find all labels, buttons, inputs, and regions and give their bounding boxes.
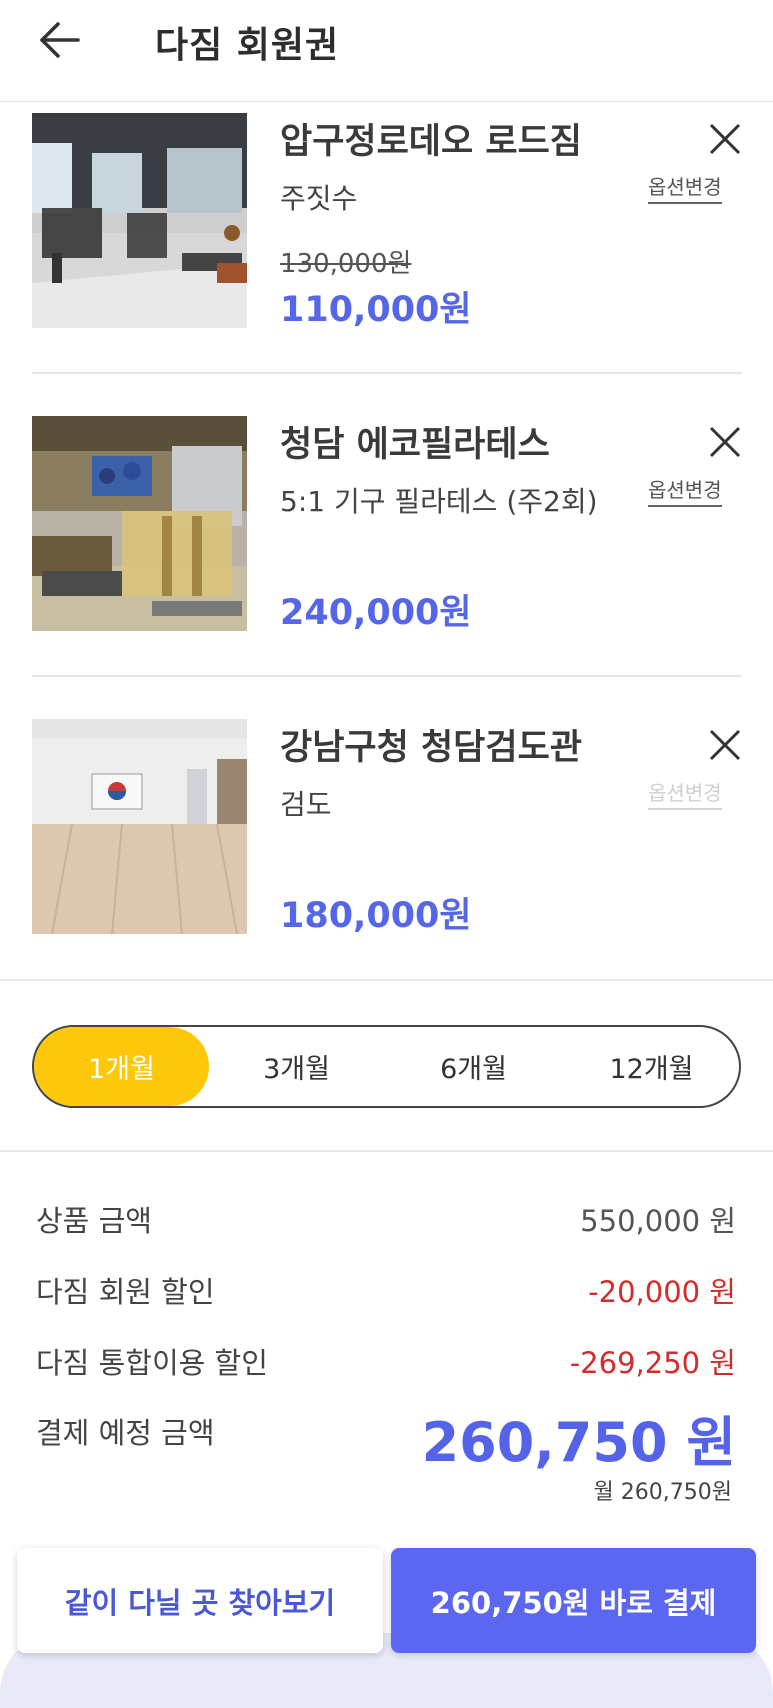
item-option: 검도 — [280, 788, 332, 821]
option-change-button[interactable]: 옵션변경 — [648, 474, 722, 507]
option-change-button[interactable]: 옵션변경 — [648, 171, 722, 204]
total-value: 260,750 원 — [421, 1411, 736, 1474]
section-divider — [0, 979, 773, 981]
item-price: 240,000원 — [280, 593, 472, 633]
monthly-price: 월 260,750원 — [593, 1480, 732, 1505]
close-icon — [709, 123, 741, 155]
member-discount-value: -20,000 원 — [588, 1275, 736, 1309]
option-change-button: 옵션변경 — [648, 777, 722, 810]
gym-photo — [32, 719, 247, 934]
product-amount-label: 상품 금액 — [36, 1204, 152, 1238]
close-icon — [709, 426, 741, 458]
section-divider — [0, 1150, 773, 1152]
member-discount-label: 다짐 회원 할인 — [36, 1275, 215, 1309]
back-button[interactable] — [38, 18, 82, 62]
pay-now-button[interactable]: 260,750원 바로 결제 — [391, 1548, 756, 1653]
close-icon — [709, 729, 741, 761]
period-option-3m[interactable]: 3개월 — [209, 1027, 384, 1106]
item-original-price: 130,000원 — [280, 249, 412, 279]
item-option: 5:1 기구 필라테스 (주2회) — [280, 485, 598, 518]
divider — [32, 675, 742, 677]
cart-item: 압구정로데오 로드짐 주짓수 130,000원 110,000원 옵션변경 — [0, 113, 773, 333]
item-price: 110,000원 — [280, 290, 472, 330]
arrow-left-icon — [40, 22, 80, 58]
item-name: 압구정로데오 로드짐 — [280, 122, 582, 162]
cart-item: 청담 에코필라테스 5:1 기구 필라테스 (주2회) 240,000원 옵션변… — [0, 416, 773, 636]
remove-item-button[interactable] — [707, 424, 743, 460]
item-name: 청담 에코필라테스 — [280, 425, 550, 465]
page-title: 다짐 회원권 — [155, 25, 340, 66]
gym-photo — [32, 416, 247, 631]
item-option: 주짓수 — [280, 182, 358, 215]
item-name: 강남구청 청담검도관 — [280, 728, 582, 768]
combined-discount-label: 다짐 통합이용 할인 — [36, 1346, 268, 1380]
item-price: 180,000원 — [280, 896, 472, 936]
find-together-button[interactable]: 같이 다닐 곳 찾아보기 — [17, 1548, 383, 1653]
app-header: 다짐 회원권 — [0, 0, 773, 102]
period-option-6m[interactable]: 6개월 — [386, 1027, 561, 1106]
period-option-1m[interactable]: 1개월 — [34, 1027, 209, 1106]
remove-item-button[interactable] — [707, 121, 743, 157]
total-label: 결제 예정 금액 — [36, 1416, 215, 1450]
combined-discount-value: -269,250 원 — [569, 1346, 736, 1380]
product-amount-value: 550,000 원 — [580, 1204, 736, 1238]
remove-item-button[interactable] — [707, 727, 743, 763]
gym-photo — [32, 113, 247, 328]
cart-item: 강남구청 청담검도관 검도 180,000원 옵션변경 — [0, 719, 773, 939]
divider — [32, 372, 742, 374]
period-selector: 1개월 3개월 6개월 12개월 — [32, 1025, 741, 1108]
period-option-12m[interactable]: 12개월 — [564, 1027, 739, 1106]
